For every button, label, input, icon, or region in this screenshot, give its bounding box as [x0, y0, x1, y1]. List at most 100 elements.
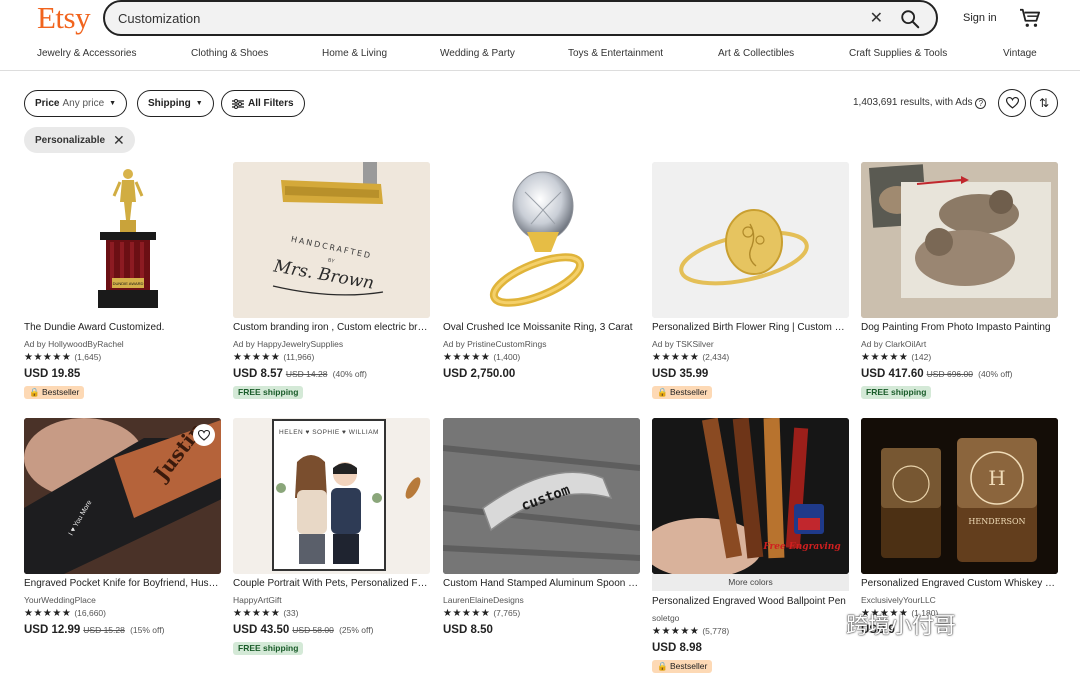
listing-rating: ★★★★★ (2,434): [652, 352, 729, 363]
listing-title[interactable]: Engraved Pocket Knife for Boyfriend, Hus…: [24, 578, 221, 589]
listing-image[interactable]: custom: [443, 418, 640, 574]
portrait-image: HELEN ♥ SOPHIE ♥ WILLIAM: [233, 418, 430, 574]
category-craft[interactable]: Craft Supplies & Tools: [849, 48, 947, 59]
listing-title[interactable]: Personalized Engraved Custom Whiskey Gla…: [861, 578, 1058, 589]
price-value: USD 8.57: [233, 368, 283, 380]
price-value: USD 417.60: [861, 368, 924, 380]
listing-image[interactable]: Justin I ♥ You More: [24, 418, 221, 574]
listing-price: USD 8.50: [443, 624, 493, 636]
branding-iron-image: HANDCRAFTED BY Mrs. Brown: [233, 162, 430, 318]
listing-title[interactable]: Custom branding iron , Custom electric b…: [233, 322, 430, 333]
star-icons: ★★★★★: [652, 352, 700, 363]
price-filter-button[interactable]: Price Any price ▼: [24, 90, 128, 117]
category-art[interactable]: Art & Collectibles: [718, 48, 794, 59]
trophy-image: DUNDIE AWARD: [98, 169, 158, 308]
trophy-plate-text: DUNDIE AWARD: [113, 281, 144, 286]
cuff-ring-image: custom: [443, 418, 640, 574]
sign-in-link[interactable]: Sign in: [963, 12, 997, 24]
divider: [0, 70, 1080, 71]
listing-title[interactable]: Oval Crushed Ice Moissanite Ring, 3 Cara…: [443, 322, 640, 333]
site-header: Etsy Customization ✕ Sign in: [0, 0, 1080, 38]
shipping-filter-button[interactable]: Shipping ▼: [137, 90, 214, 117]
star-icons: ★★★★★: [233, 352, 281, 363]
all-filters-button[interactable]: All Filters: [221, 90, 305, 117]
price-filter-value: Any price: [62, 98, 105, 109]
listing-rating: ★★★★★ (1,400): [443, 352, 520, 363]
original-price: USD 696.00: [926, 369, 973, 379]
search-bar[interactable]: Customization ✕: [103, 0, 938, 36]
listing-shop: Ad by HappyJewelrySupplies: [233, 339, 344, 349]
flower-ring-image: [652, 162, 849, 318]
listing-title[interactable]: Dog Painting From Photo Impasto Painting: [861, 322, 1058, 333]
listing-rating: ★★★★★ (16,660): [24, 608, 106, 619]
listing-rating: ★★★★★ (7,765): [443, 608, 520, 619]
listing-price: USD 8.98: [652, 642, 702, 654]
search-input[interactable]: Customization: [118, 11, 200, 26]
listing-shop: Ad by TSKSilver: [652, 339, 714, 349]
listing-image[interactable]: HELEN ♥ SOPHIE ♥ WILLIAM: [233, 418, 430, 574]
search-icon[interactable]: [899, 8, 921, 30]
whiskey-glasses-image: H HENDERSON: [861, 418, 1058, 574]
category-home[interactable]: Home & Living: [322, 48, 387, 59]
listing-price: USD 35.99: [652, 368, 708, 380]
listing-title[interactable]: Custom Hand Stamped Aluminum Spoon Ring: [443, 578, 640, 589]
heart-icon: [198, 429, 210, 441]
listing-shop: Ad by PristineCustomRings: [443, 339, 547, 349]
listing-title[interactable]: Personalized Engraved Wood Ballpoint Pen: [652, 596, 849, 607]
discount: (25% off): [339, 625, 374, 635]
dog-painting-image: [861, 162, 1058, 318]
review-count: (7,765): [493, 608, 521, 618]
category-nav: Jewelry & Accessories Clothing & Shoes H…: [0, 48, 1080, 70]
cart-icon[interactable]: [1019, 8, 1041, 28]
review-count: (5,778): [702, 626, 730, 636]
listing-title[interactable]: Couple Portrait With Pets, Personalized …: [233, 578, 430, 589]
favorite-button[interactable]: [193, 424, 215, 446]
star-icons: ★★★★★: [443, 352, 491, 363]
badge-icon: 🔒: [29, 387, 40, 397]
watermark: 跨境小付哥: [846, 614, 957, 639]
heart-icon: [1005, 97, 1019, 109]
favorite-search-button[interactable]: [998, 89, 1026, 117]
active-filter-chip[interactable]: Personalizable ✕: [24, 127, 135, 153]
pens-image: Free Engraving: [652, 418, 849, 574]
category-toys[interactable]: Toys & Entertainment: [568, 48, 663, 59]
listing-image[interactable]: [861, 162, 1058, 318]
listing-image[interactable]: Free Engraving: [652, 418, 849, 574]
help-icon[interactable]: ?: [975, 98, 987, 109]
close-icon[interactable]: ✕: [113, 132, 125, 149]
sliders-icon: [232, 98, 244, 109]
etsy-logo[interactable]: Etsy: [37, 0, 91, 36]
price-value: USD 35.99: [652, 368, 709, 380]
listing-shop: Ad by HollywoodByRachel: [24, 339, 124, 349]
listing-price: USD 12.99 USD 15.28 (15% off): [24, 624, 164, 636]
listing-shop: ExclusivelyYourLLC: [861, 595, 936, 605]
category-vintage[interactable]: Vintage: [1003, 48, 1037, 59]
price-value: USD 8.50: [443, 624, 493, 636]
listing-price: USD 417.60 USD 696.00 (40% off): [861, 368, 1013, 380]
listing-title[interactable]: Personalized Birth Flower Ring | Custom …: [652, 322, 849, 333]
listing-image[interactable]: HANDCRAFTED BY Mrs. Brown: [233, 162, 430, 318]
listing-title[interactable]: The Dundie Award Customized.: [24, 322, 221, 333]
review-count: (2,434): [702, 352, 730, 362]
sort-button[interactable]: ⇅: [1030, 89, 1058, 117]
category-jewelry[interactable]: Jewelry & Accessories: [37, 48, 136, 59]
discount: (40% off): [332, 369, 367, 379]
listing-image[interactable]: DUNDIE AWARD: [24, 162, 221, 318]
listing-shop: soletgo: [652, 613, 680, 623]
listing-image[interactable]: H HENDERSON: [861, 418, 1058, 574]
review-count: (16,660): [74, 608, 106, 618]
star-icons: ★★★★★: [652, 626, 700, 637]
shipping-filter-label: Shipping: [148, 98, 191, 109]
category-clothing[interactable]: Clothing & Shoes: [191, 48, 268, 59]
badge-label: Bestseller: [669, 387, 708, 397]
bestseller-badge: 🔒 Bestseller: [652, 386, 713, 399]
bestseller-badge: 🔒 Bestseller: [652, 660, 713, 673]
badge-icon: 🔒: [657, 387, 668, 397]
listing-image[interactable]: [652, 162, 849, 318]
more-colors-label[interactable]: More colors: [652, 574, 849, 591]
listing-image[interactable]: [443, 162, 640, 318]
close-icon[interactable]: ✕: [870, 8, 883, 28]
price-value: USD 19.85: [24, 368, 81, 380]
free-shipping-badge: FREE shipping: [233, 642, 304, 655]
category-wedding[interactable]: Wedding & Party: [440, 48, 515, 59]
